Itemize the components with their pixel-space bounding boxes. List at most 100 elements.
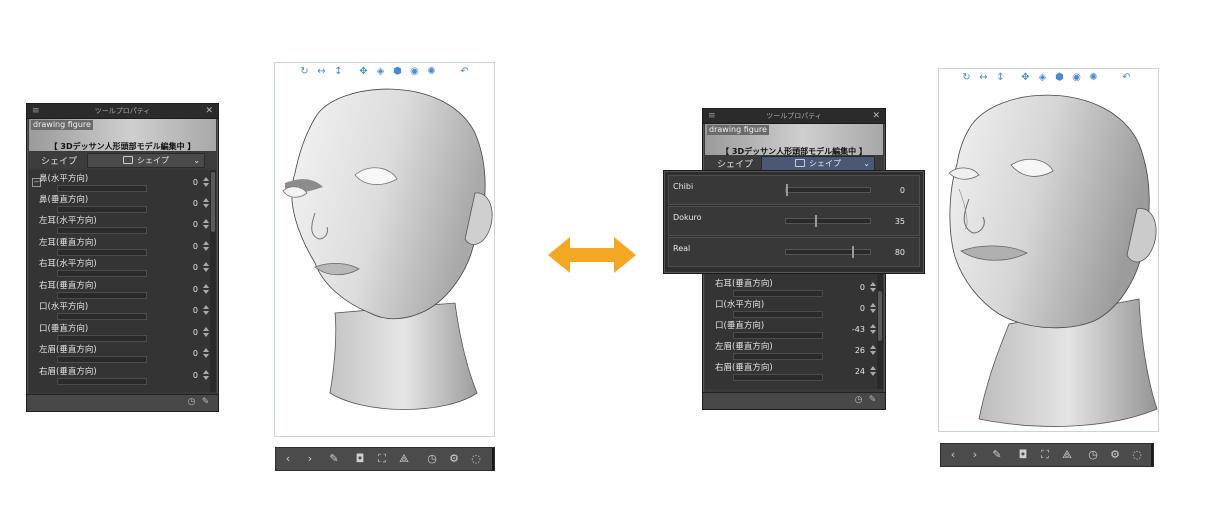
reset-pose-icon[interactable]: ◷: [1087, 448, 1099, 462]
param-value[interactable]: 0: [193, 242, 198, 251]
reset-pose-icon[interactable]: ◷: [426, 452, 438, 466]
param-row[interactable]: 左耳(水平方向) 0: [29, 214, 216, 235]
param-value[interactable]: -43: [852, 325, 865, 334]
3d-viewport-right[interactable]: ↻ ↔ ↕ ✥ ◈ ⬢ ◉ ✺ ↶: [938, 68, 1159, 432]
preset-slider[interactable]: [785, 215, 871, 227]
param-row[interactable]: 右耳(垂直方向) 0: [705, 277, 883, 298]
param-slider[interactable]: [57, 356, 147, 363]
param-row[interactable]: 鼻(垂直方向) 0: [29, 193, 216, 214]
param-value[interactable]: 24: [855, 367, 865, 376]
reset-camera-icon[interactable]: ⚙: [448, 452, 460, 466]
preset-row-dokuro[interactable]: Dokuro 35: [668, 206, 920, 236]
head-model[interactable]: [275, 63, 494, 436]
preset-row-chibi[interactable]: Chibi 0: [668, 175, 920, 205]
spinner-icon[interactable]: [869, 303, 877, 313]
param-slider[interactable]: [57, 313, 147, 320]
prev-icon[interactable]: ‹: [947, 448, 959, 462]
param-value[interactable]: 0: [193, 285, 198, 294]
menu-icon[interactable]: ≡: [708, 109, 716, 123]
floor-icon[interactable]: ⟁: [1061, 448, 1073, 462]
param-value[interactable]: 0: [193, 349, 198, 358]
fit-frame-icon[interactable]: ⛶: [376, 452, 388, 466]
close-icon[interactable]: ✕: [872, 109, 880, 123]
param-value[interactable]: 26: [855, 346, 865, 355]
param-slider[interactable]: [733, 332, 823, 339]
spinner-icon[interactable]: [202, 219, 210, 229]
spinner-icon[interactable]: [202, 241, 210, 251]
reset-camera-icon[interactable]: ⚙: [1109, 448, 1121, 462]
param-value[interactable]: 0: [193, 371, 198, 380]
param-row[interactable]: 口(水平方向) 0: [705, 298, 883, 319]
head-model[interactable]: [939, 69, 1158, 431]
spinner-icon[interactable]: [202, 327, 210, 337]
param-value[interactable]: 0: [860, 283, 865, 292]
param-slider[interactable]: [57, 270, 147, 277]
param-value[interactable]: 0: [193, 199, 198, 208]
spinner-icon[interactable]: [869, 366, 877, 376]
spinner-icon[interactable]: [202, 262, 210, 272]
spinner-icon[interactable]: [869, 324, 877, 334]
param-row[interactable]: 口(水平方向) 0: [29, 300, 216, 321]
param-value[interactable]: 0: [193, 306, 198, 315]
reset-light-icon[interactable]: ◌: [470, 452, 482, 466]
reset-light-icon[interactable]: ◌: [1131, 448, 1143, 462]
floor-icon[interactable]: ⟁: [398, 452, 410, 466]
param-value[interactable]: 0: [193, 328, 198, 337]
param-slider[interactable]: [733, 290, 823, 297]
preset-value[interactable]: 0: [900, 186, 905, 195]
param-row[interactable]: 口(垂直方向) -43: [705, 319, 883, 340]
next-icon[interactable]: ›: [969, 448, 981, 462]
clock-icon[interactable]: ◷: [854, 396, 863, 405]
wrench-icon[interactable]: ✎: [201, 398, 210, 407]
preset-slider[interactable]: [785, 184, 871, 196]
scrollbar[interactable]: [210, 170, 216, 392]
param-row[interactable]: 右眉(垂直方向) 24: [705, 361, 883, 382]
close-icon[interactable]: ✕: [205, 104, 213, 118]
spinner-icon[interactable]: [869, 282, 877, 292]
3d-viewport-left[interactable]: ↻ ↔ ↕ ✥ ◈ ⬢ ◉ ✺ ↶: [274, 62, 495, 437]
spinner-icon[interactable]: [202, 177, 210, 187]
panel-titlebar[interactable]: ≡ ツールプロパティ ✕: [703, 109, 885, 124]
param-slider[interactable]: [57, 249, 147, 256]
param-value[interactable]: 0: [193, 178, 198, 187]
param-value[interactable]: 0: [193, 220, 198, 229]
scrollbar-thumb[interactable]: [211, 172, 215, 232]
param-row[interactable]: 右耳(垂直方向) 0: [29, 279, 216, 300]
spinner-icon[interactable]: [202, 305, 210, 315]
param-slider[interactable]: [57, 185, 147, 192]
scrollbar-thumb[interactable]: [878, 291, 882, 341]
param-row[interactable]: 右耳(水平方向) 0: [29, 257, 216, 278]
next-icon[interactable]: ›: [304, 452, 316, 466]
param-slider[interactable]: [57, 335, 147, 342]
menu-icon[interactable]: ≡: [32, 104, 40, 118]
preset-value[interactable]: 80: [895, 248, 905, 257]
param-row[interactable]: 右眉(垂直方向) 0: [29, 365, 216, 386]
wrench-icon[interactable]: ✎: [991, 448, 1003, 462]
clock-icon[interactable]: ◷: [187, 398, 196, 407]
shape-dropdown[interactable]: シェイプ ⌄: [87, 153, 205, 168]
spinner-icon[interactable]: [202, 284, 210, 294]
slider-knob[interactable]: [786, 184, 788, 196]
wrench-icon[interactable]: ✎: [328, 452, 340, 466]
param-slider[interactable]: [733, 311, 823, 318]
param-value[interactable]: 0: [193, 263, 198, 272]
spinner-icon[interactable]: [869, 345, 877, 355]
slider-knob[interactable]: [815, 215, 817, 227]
camera-icon[interactable]: ◘: [354, 452, 366, 466]
wrench-icon[interactable]: ✎: [868, 396, 877, 405]
spinner-icon[interactable]: [202, 198, 210, 208]
param-slider[interactable]: [57, 206, 147, 213]
scrollbar[interactable]: [877, 271, 883, 389]
shape-dropdown[interactable]: シェイプ ⌄: [761, 156, 875, 171]
param-row[interactable]: 左眉(垂直方向) 26: [705, 340, 883, 361]
param-row[interactable]: 左耳(垂直方向) 0: [29, 236, 216, 257]
slider-knob[interactable]: [852, 246, 854, 258]
param-slider[interactable]: [57, 292, 147, 299]
fit-frame-icon[interactable]: ⛶: [1039, 448, 1051, 462]
preset-value[interactable]: 35: [895, 217, 905, 226]
prev-icon[interactable]: ‹: [282, 452, 294, 466]
preset-row-real[interactable]: Real 80: [668, 237, 920, 267]
param-row[interactable]: 口(垂直方向) 0: [29, 322, 216, 343]
camera-icon[interactable]: ◘: [1017, 448, 1029, 462]
param-slider[interactable]: [733, 374, 823, 381]
